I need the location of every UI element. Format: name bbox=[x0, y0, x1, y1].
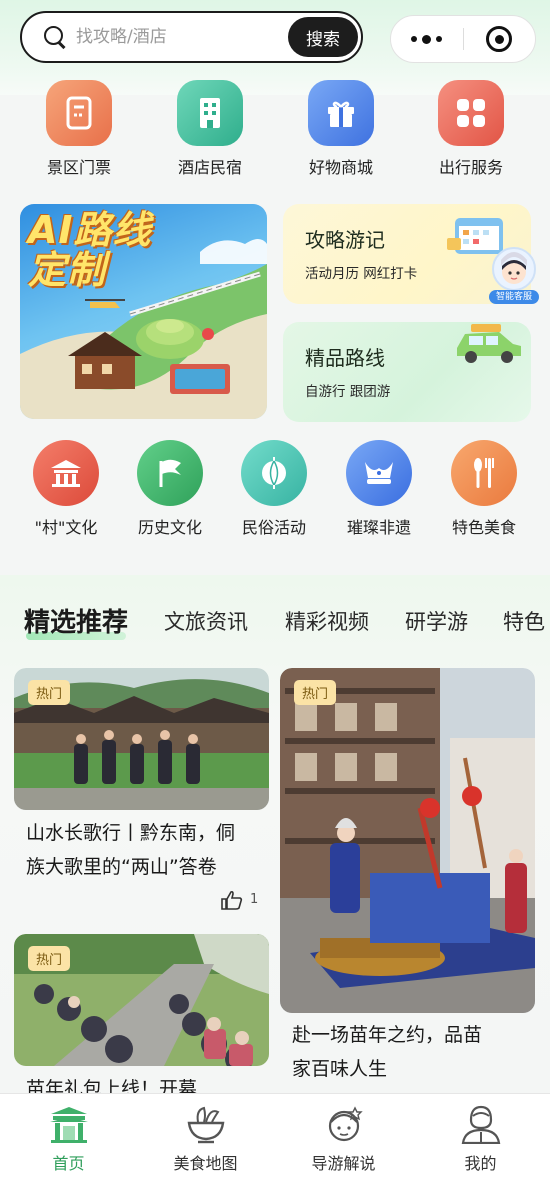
content-tabs: 精选推荐 文旅资讯 精彩视频 研学游 特色 bbox=[0, 600, 550, 644]
tabbar-label: 美食地图 bbox=[173, 1154, 238, 1173]
target-close-icon bbox=[486, 26, 513, 52]
smart-service-badge: 智能客服 bbox=[489, 290, 539, 304]
post-title-line: 赴一场苗年之约，品苗 bbox=[292, 1024, 483, 1046]
quick-entry-tickets[interactable]: 景区门票 bbox=[24, 80, 134, 178]
building-icon bbox=[177, 80, 243, 146]
post-image bbox=[280, 668, 535, 1013]
more-dots-icon-center bbox=[422, 34, 432, 44]
hot-badge: 热门 bbox=[294, 680, 337, 705]
tabbar-label: 首页 bbox=[52, 1154, 85, 1173]
utensils-icon bbox=[451, 440, 517, 506]
thumbs-up-icon[interactable] bbox=[220, 890, 244, 910]
quick-entry-travel[interactable]: 出行服务 bbox=[416, 80, 526, 178]
post-card[interactable]: 热门 赴一场苗年之约，品苗 家百味人生 bbox=[280, 668, 535, 1088]
smart-service-avatar[interactable]: 智能客服 bbox=[489, 246, 539, 304]
culture-entry-history[interactable]: 历史文化 bbox=[118, 440, 222, 538]
culture-entry-label: 民俗活动 bbox=[241, 518, 306, 537]
guide-avatar-icon bbox=[328, 1106, 363, 1142]
search-button[interactable]: 搜索 bbox=[288, 17, 358, 57]
profile-icon bbox=[461, 1105, 500, 1144]
more-dots-icon-right bbox=[436, 36, 443, 42]
tabbar-home[interactable]: 首页 bbox=[0, 1094, 137, 1179]
culture-entry-label: 特色美食 bbox=[451, 518, 516, 537]
quick-entry-label: 景区门票 bbox=[46, 158, 111, 177]
hot-badge: 热门 bbox=[28, 946, 71, 971]
gift-icon bbox=[308, 80, 374, 146]
tabbar-food-map[interactable]: 美食地图 bbox=[137, 1094, 274, 1179]
quick-entry-hotels[interactable]: 酒店民宿 bbox=[155, 80, 265, 178]
tabbar-guide[interactable]: 导游解说 bbox=[275, 1094, 412, 1179]
food-bowl-icon bbox=[187, 1106, 224, 1144]
tab-study-tour[interactable]: 研学游 bbox=[405, 606, 468, 636]
flag-icon bbox=[137, 440, 203, 506]
search-bar[interactable]: 搜索 bbox=[20, 11, 363, 63]
post-title-line: 族大歌里的“两山”答卷 bbox=[26, 856, 217, 878]
culture-entry-food[interactable]: 特色美食 bbox=[432, 440, 536, 538]
tab-featured[interactable]: 精选推荐 bbox=[24, 602, 128, 639]
ai-route-title: AI路线定制 bbox=[28, 208, 152, 292]
lantern-icon bbox=[241, 440, 307, 506]
home-gate-icon bbox=[49, 1107, 88, 1143]
quick-entry-label: 出行服务 bbox=[438, 158, 503, 177]
culture-entry-heritage[interactable]: 璀璨非遗 bbox=[327, 440, 431, 538]
post-title-line: 家百味人生 bbox=[292, 1058, 388, 1080]
travel-guide-subtitle: 活动月历 网红打卡 bbox=[305, 266, 418, 282]
post-card[interactable]: 热门 苗年礼包上线！开幕 bbox=[14, 934, 269, 1093]
tab-culture-news[interactable]: 文旅资讯 bbox=[164, 606, 248, 636]
premium-route-subtitle: 自游行 跟团游 bbox=[305, 384, 391, 400]
tab-videos[interactable]: 精彩视频 bbox=[285, 606, 369, 636]
culture-entry-folk[interactable]: 民俗活动 bbox=[222, 440, 326, 538]
quick-entry-shop[interactable]: 好物商城 bbox=[286, 80, 396, 178]
like-count: 1 bbox=[250, 892, 259, 907]
culture-entry-label: "村"文化 bbox=[34, 518, 98, 537]
tabbar-profile[interactable]: 我的 bbox=[412, 1094, 549, 1179]
service-girl-avatar-icon bbox=[492, 247, 536, 291]
quick-entry-row: 景区门票 酒店民宿 好物商城 出行服务 bbox=[0, 80, 550, 180]
search-icon bbox=[42, 24, 68, 50]
miniprogram-capsule bbox=[390, 15, 536, 63]
post-title-line: 山水长歌行丨黔东南，侗 bbox=[26, 822, 236, 844]
ticket-icon bbox=[46, 80, 112, 146]
more-options-button[interactable] bbox=[391, 16, 463, 62]
premium-route-card[interactable]: 精品路线 自游行 跟团游 bbox=[283, 322, 531, 422]
quick-entry-label: 好物商城 bbox=[308, 158, 373, 177]
culture-entry-row: "村"文化 历史文化 民俗活动 璀璨非遗 特色美食 bbox=[0, 440, 550, 540]
more-dots-icon bbox=[411, 36, 418, 42]
car-illustration-icon bbox=[457, 324, 521, 363]
ai-route-card[interactable]: AI路线定制 bbox=[20, 204, 267, 419]
travel-guide-title: 攻略游记 bbox=[305, 228, 385, 252]
tab-special[interactable]: 特色 bbox=[503, 606, 545, 636]
silver-crown-icon bbox=[346, 440, 412, 506]
travel-guide-card[interactable]: 攻略游记 活动月历 网红打卡 智能客服 bbox=[283, 204, 539, 304]
post-card[interactable]: 热门 山水长歌行丨黔东南，侗 族大歌里的“两山”答卷 1 bbox=[14, 668, 269, 918]
culture-entry-label: 历史文化 bbox=[137, 518, 202, 537]
post-title: 苗年礼包上线！开幕 bbox=[26, 1072, 197, 1093]
bottom-tab-bar: 首页 美食地图 导游解说 我的 bbox=[0, 1093, 550, 1179]
quick-entry-label: 酒店民宿 bbox=[177, 158, 242, 177]
hot-badge: 热门 bbox=[28, 680, 71, 705]
temple-icon bbox=[33, 440, 99, 506]
grid-icon bbox=[438, 80, 504, 146]
premium-route-title: 精品路线 bbox=[305, 346, 385, 370]
close-miniprogram-button[interactable] bbox=[464, 16, 536, 62]
post-title-line: 苗年礼包上线！开幕 bbox=[26, 1078, 198, 1093]
culture-entry-village[interactable]: "村"文化 bbox=[14, 440, 118, 538]
tabbar-label: 我的 bbox=[464, 1154, 497, 1173]
post-title: 赴一场苗年之约，品苗 家百味人生 bbox=[292, 1018, 482, 1086]
culture-entry-label: 璀璨非遗 bbox=[346, 518, 411, 537]
tabbar-label: 导游解说 bbox=[311, 1154, 376, 1173]
post-title: 山水长歌行丨黔东南，侗 族大歌里的“两山”答卷 bbox=[26, 816, 235, 884]
